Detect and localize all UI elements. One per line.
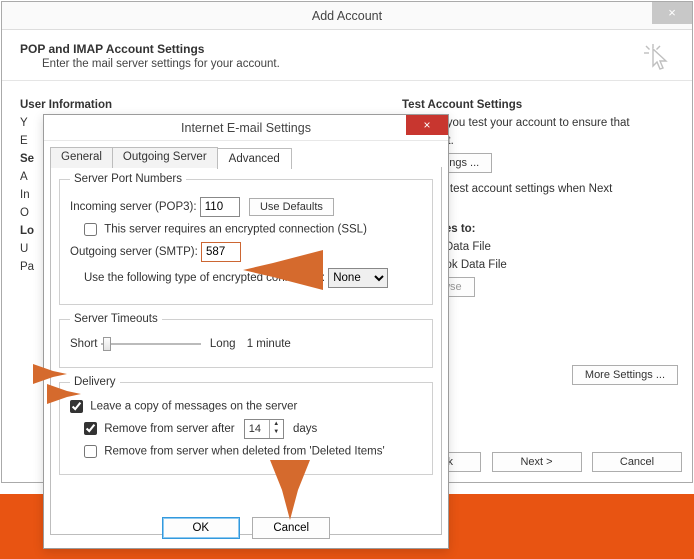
- remove-when-deleted-label: Remove from server when deleted from 'De…: [104, 446, 385, 458]
- incoming-port-label: Incoming server (POP3):: [70, 201, 197, 213]
- more-settings-button[interactable]: More Settings ...: [572, 365, 678, 385]
- timeout-value: 1 minute: [247, 338, 291, 350]
- annotation-arrow-ok: [265, 460, 315, 520]
- ok-button[interactable]: OK: [162, 517, 240, 539]
- timeout-slider[interactable]: [101, 337, 201, 351]
- remove-after-checkbox[interactable]: [84, 422, 97, 435]
- annotation-arrow-smtp: [243, 245, 323, 295]
- tab-panel-advanced: Server Port Numbers Incoming server (POP…: [50, 167, 442, 535]
- close-icon[interactable]: ×: [652, 2, 692, 24]
- outgoing-port-input[interactable]: [201, 242, 241, 262]
- leave-copy-label: Leave a copy of messages on the server: [90, 401, 297, 413]
- cursor-icon: [644, 44, 672, 79]
- dialog-buttons: OK Cancel: [44, 517, 448, 539]
- ssl-checkbox[interactable]: [84, 223, 97, 236]
- cancel-button[interactable]: Cancel: [252, 517, 330, 539]
- annotation-arrow-leave-copy: [33, 364, 67, 384]
- add-account-titlebar: Add Account ×: [2, 2, 692, 30]
- page-subtitle: Enter the mail server settings for your …: [42, 58, 674, 70]
- cancel-button[interactable]: Cancel: [592, 452, 682, 472]
- ssl-label: This server requires an encrypted connec…: [104, 224, 367, 236]
- tab-general[interactable]: General: [50, 147, 113, 168]
- stepper-arrows-icon[interactable]: ▲▼: [269, 420, 283, 438]
- page-title: POP and IMAP Account Settings: [20, 42, 674, 56]
- timeout-long-label: Long: [210, 338, 236, 350]
- server-timeouts-group: Server Timeouts Short Long 1 minute: [59, 313, 433, 368]
- days-label: days: [293, 423, 317, 435]
- test-settings-heading: Test Account Settings: [402, 99, 682, 111]
- email-settings-titlebar: Internet E-mail Settings ×: [44, 115, 448, 141]
- add-account-title: Add Account: [312, 9, 382, 23]
- delivery-group: Delivery Leave a copy of messages on the…: [59, 376, 433, 475]
- remove-when-deleted-checkbox[interactable]: [84, 445, 97, 458]
- remove-after-label: Remove from server after: [104, 423, 234, 435]
- next-button[interactable]: Next >: [492, 452, 582, 472]
- header-strip: POP and IMAP Account Settings Enter the …: [2, 30, 692, 81]
- remove-days-value: 14: [249, 423, 261, 435]
- email-settings-title: Internet E-mail Settings: [181, 121, 311, 135]
- use-defaults-button[interactable]: Use Defaults: [249, 198, 334, 216]
- annotation-arrow-remove-after: [47, 384, 81, 404]
- encryption-type-select[interactable]: None: [328, 268, 388, 288]
- tab-outgoing-server[interactable]: Outgoing Server: [112, 147, 218, 168]
- timeout-short-label: Short: [70, 338, 98, 350]
- internet-email-settings-dialog: Internet E-mail Settings × General Outgo…: [43, 114, 449, 549]
- server-timeouts-legend: Server Timeouts: [70, 313, 162, 325]
- user-info-heading: User Information: [20, 99, 270, 111]
- remove-days-stepper[interactable]: 14 ▲▼: [244, 419, 284, 439]
- tab-advanced[interactable]: Advanced: [217, 148, 292, 169]
- outgoing-port-label: Outgoing server (SMTP):: [70, 246, 198, 258]
- close-icon[interactable]: ×: [406, 115, 448, 135]
- incoming-port-input[interactable]: [200, 197, 240, 217]
- server-port-numbers-legend: Server Port Numbers: [70, 173, 186, 185]
- tab-strip: General Outgoing Server Advanced: [44, 141, 448, 168]
